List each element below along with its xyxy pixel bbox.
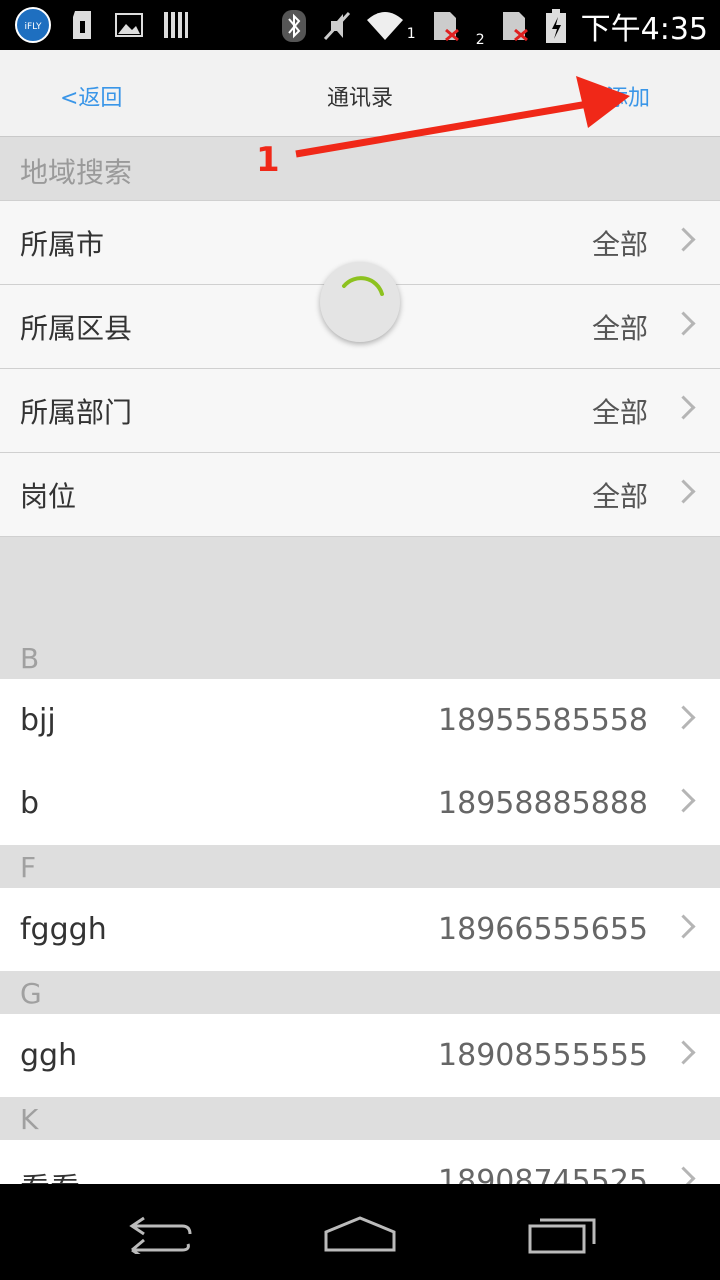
contact-name: bjj — [20, 703, 56, 738]
contact-phone: 18955585558 — [438, 703, 648, 738]
contact-phone: 18908555555 — [438, 1038, 648, 1073]
chevron-right-icon — [671, 395, 696, 420]
filter-row-department[interactable]: 所属部门 全部 — [0, 369, 720, 453]
filter-list: 所属市 全部 所属区县 全部 所属部门 全部 岗位 全部 — [0, 200, 720, 537]
loading-spinner — [320, 262, 400, 342]
filter-row-position[interactable]: 岗位 全部 — [0, 453, 720, 536]
contact-list: B bjj 18955585558 b 18958885888 F fgggh … — [0, 636, 720, 1184]
svg-text:iFLY: iFLY — [25, 22, 42, 32]
chevron-right-icon — [671, 914, 696, 939]
section-header-b: B — [0, 636, 720, 679]
filter-header-label: 地域搜索 — [20, 156, 133, 189]
filter-row-label: 岗位 — [20, 480, 77, 513]
filter-row-label: 所属市 — [20, 228, 105, 261]
spinner-arc-icon — [342, 276, 384, 296]
contact-name: 看看 — [20, 1164, 80, 1184]
section-letter: K — [20, 1103, 39, 1136]
home-icon[interactable] — [322, 1214, 398, 1254]
section-letter: B — [20, 642, 40, 675]
section-header-g: G — [0, 971, 720, 1014]
status-time: 下午4:35 — [580, 12, 708, 47]
filter-section-header: 地域搜索 — [0, 137, 720, 199]
filter-row-value: 全部 — [591, 228, 648, 261]
section-header-f: F — [0, 845, 720, 888]
chevron-right-icon — [671, 479, 696, 504]
section-header-k: K — [0, 1097, 720, 1140]
chevron-right-icon — [671, 227, 696, 252]
contact-phone: 18966555655 — [438, 912, 648, 947]
filter-row-value: 全部 — [591, 480, 648, 513]
contact-phone: 18908745525 — [438, 1164, 648, 1184]
chevron-right-icon — [671, 1166, 696, 1184]
contact-row[interactable]: 看看 18908745525 — [0, 1140, 720, 1184]
system-nav-bar — [0, 1184, 720, 1280]
contact-row[interactable]: bjj 18955585558 — [0, 679, 720, 762]
chevron-right-icon — [671, 1040, 696, 1065]
contact-name: b — [20, 786, 40, 821]
chevron-right-icon — [671, 311, 696, 336]
filter-row-label: 所属区县 — [20, 312, 133, 345]
filter-row-value: 全部 — [591, 312, 648, 345]
chevron-right-icon — [671, 788, 696, 813]
barcode-icon — [164, 12, 188, 38]
wifi-icon — [366, 12, 403, 40]
chevron-right-icon — [671, 705, 696, 730]
add-button[interactable]: 添加 — [606, 80, 650, 112]
contact-row[interactable]: ggh 18908555555 — [0, 1014, 720, 1097]
sim1-label: 1 — [406, 26, 416, 42]
contact-phone: 18958885888 — [438, 786, 648, 821]
contact-name: ggh — [20, 1038, 78, 1073]
status-bar: iFLY 1 2 下午4:35 — [0, 0, 720, 50]
ifly-icon: iFLY — [15, 7, 51, 43]
nav-bar: <返回 通讯录 添加 — [0, 50, 720, 137]
contact-name: fgggh — [20, 912, 107, 947]
sim-card-icon — [433, 12, 459, 42]
bluetooth-icon — [281, 10, 306, 42]
recent-apps-icon[interactable] — [526, 1212, 598, 1256]
mute-icon — [323, 11, 350, 41]
contact-row[interactable]: fgggh 18966555655 — [0, 888, 720, 971]
filter-row-value: 全部 — [591, 396, 648, 429]
sim2-label: 2 — [475, 32, 485, 48]
back-icon[interactable] — [124, 1214, 196, 1254]
section-letter: G — [20, 977, 42, 1010]
contact-row[interactable]: b 18958885888 — [0, 762, 720, 845]
sd-card-icon — [73, 11, 91, 39]
battery-icon — [545, 9, 566, 43]
annotation-number: 1 — [256, 140, 280, 180]
filter-row-label: 所属部门 — [20, 396, 133, 429]
sim-card-icon — [502, 12, 528, 42]
section-letter: F — [20, 851, 37, 884]
image-icon — [115, 13, 143, 37]
